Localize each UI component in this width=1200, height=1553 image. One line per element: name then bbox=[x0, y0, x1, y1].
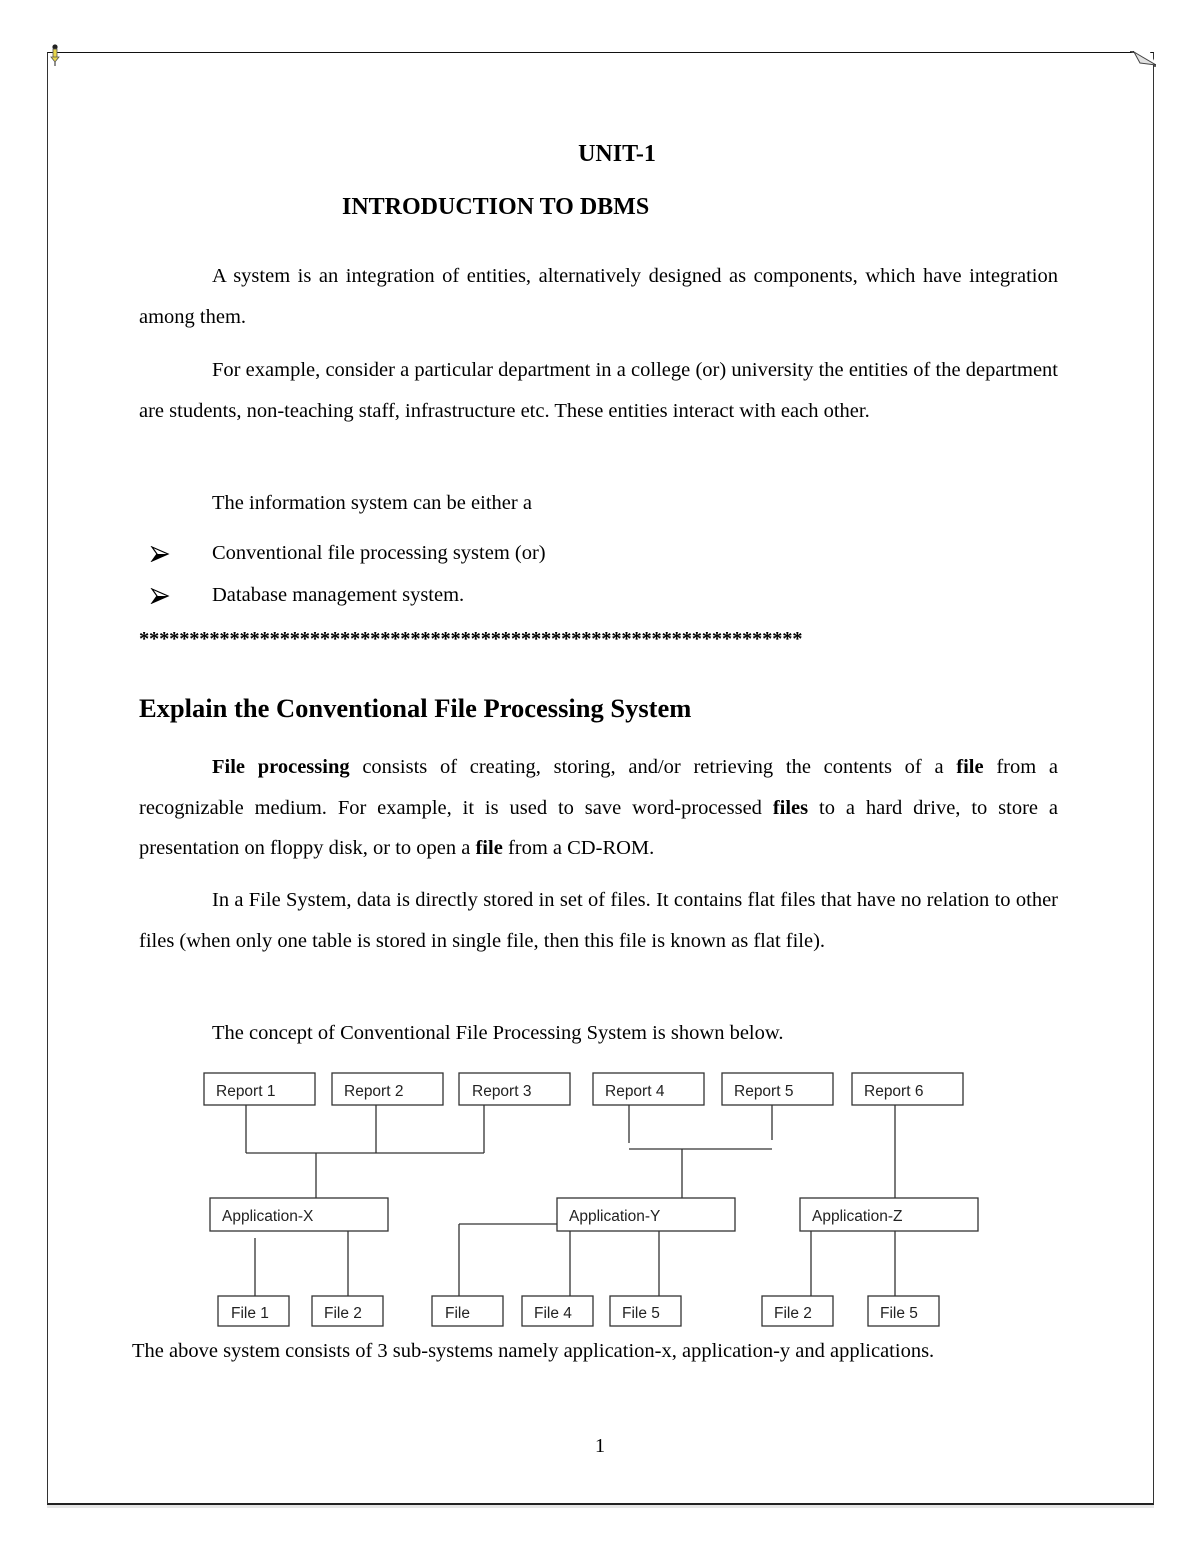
paragraph-text: consists of creating, storing, and/or re… bbox=[349, 756, 957, 778]
application-box: Application-Y bbox=[556, 1197, 736, 1232]
unit-title: UNIT-1 bbox=[578, 141, 656, 167]
file-box: File bbox=[431, 1295, 504, 1327]
svg-text:Report 2: Report 2 bbox=[344, 1083, 403, 1100]
file-box: File 4 bbox=[521, 1295, 594, 1327]
bullet-item: Conventional file processing system (or) bbox=[150, 542, 546, 565]
application-box: Application-Z bbox=[799, 1197, 979, 1232]
file-processing-diagram: Report 1 Report 2 Report 3 Report 4 Repo… bbox=[203, 1072, 979, 1327]
file-processing-paragraph: File processing consists of creating, st… bbox=[139, 747, 1058, 869]
arrow-bullet-icon bbox=[150, 545, 170, 562]
bold-term: file bbox=[475, 837, 503, 859]
bullet-text: Database management system. bbox=[212, 584, 465, 606]
svg-text:Report 6: Report 6 bbox=[864, 1083, 923, 1100]
svg-text:Application-Y: Application-Y bbox=[569, 1208, 660, 1225]
section-heading: Explain the Conventional File Processing… bbox=[139, 693, 692, 723]
file-system-paragraph: In a File System, data is directly store… bbox=[139, 889, 1058, 952]
chapter-title: INTRODUCTION TO DBMS bbox=[342, 194, 650, 220]
file-box: File 2 bbox=[761, 1295, 834, 1327]
svg-text:File 2: File 2 bbox=[324, 1305, 362, 1322]
svg-text:File 4: File 4 bbox=[534, 1305, 572, 1322]
pushpin-icon bbox=[50, 44, 60, 66]
separator-line: ****************************************… bbox=[139, 628, 803, 650]
svg-text:File 5: File 5 bbox=[880, 1305, 918, 1322]
svg-text:File 5: File 5 bbox=[622, 1305, 660, 1322]
concept-paragraph: The concept of Conventional File Process… bbox=[212, 1022, 784, 1044]
bold-term: file bbox=[956, 756, 984, 778]
bold-term: files bbox=[772, 796, 809, 819]
report-box: Report 6 bbox=[851, 1072, 964, 1106]
bullet-text: Conventional file processing system (or) bbox=[212, 542, 546, 564]
page-number: 1 bbox=[594, 1435, 606, 1457]
arrow-bullet-icon bbox=[150, 587, 170, 604]
file-box: File 2 bbox=[311, 1295, 384, 1327]
summary-paragraph: The above system consists of 3 sub-syste… bbox=[132, 1340, 935, 1362]
svg-text:File 2: File 2 bbox=[774, 1305, 812, 1322]
intro-paragraph-3: The information system can be either a bbox=[212, 492, 532, 514]
svg-text:Application-Z: Application-Z bbox=[812, 1208, 902, 1225]
bullet-item: Database management system. bbox=[150, 584, 464, 607]
intro-paragraph-2: For example, consider a particular depar… bbox=[139, 359, 1058, 422]
file-box: File 1 bbox=[217, 1295, 290, 1327]
svg-text:File: File bbox=[445, 1305, 470, 1322]
svg-text:Report 1: Report 1 bbox=[216, 1083, 275, 1100]
svg-text:Report 5: Report 5 bbox=[734, 1083, 793, 1100]
file-box: File 5 bbox=[609, 1295, 682, 1327]
svg-text:Report 4: Report 4 bbox=[605, 1083, 665, 1100]
page-fold-icon bbox=[1130, 51, 1156, 67]
intro-paragraph-1: A system is an integration of entities, … bbox=[139, 265, 1058, 328]
report-box: Report 3 bbox=[458, 1072, 571, 1106]
file-box: File 5 bbox=[867, 1295, 940, 1327]
report-box: Report 4 bbox=[592, 1072, 705, 1106]
report-box: Report 5 bbox=[721, 1072, 834, 1106]
report-box: Report 2 bbox=[331, 1072, 444, 1106]
bold-term: File processing bbox=[212, 756, 350, 778]
paragraph-text: from a CD-ROM. bbox=[502, 837, 655, 859]
application-box: Application-X bbox=[209, 1197, 389, 1232]
report-box: Report 1 bbox=[203, 1072, 316, 1106]
svg-text:File 1: File 1 bbox=[231, 1305, 269, 1322]
svg-text:Report 3: Report 3 bbox=[472, 1083, 531, 1100]
svg-text:Application-X: Application-X bbox=[222, 1208, 314, 1225]
